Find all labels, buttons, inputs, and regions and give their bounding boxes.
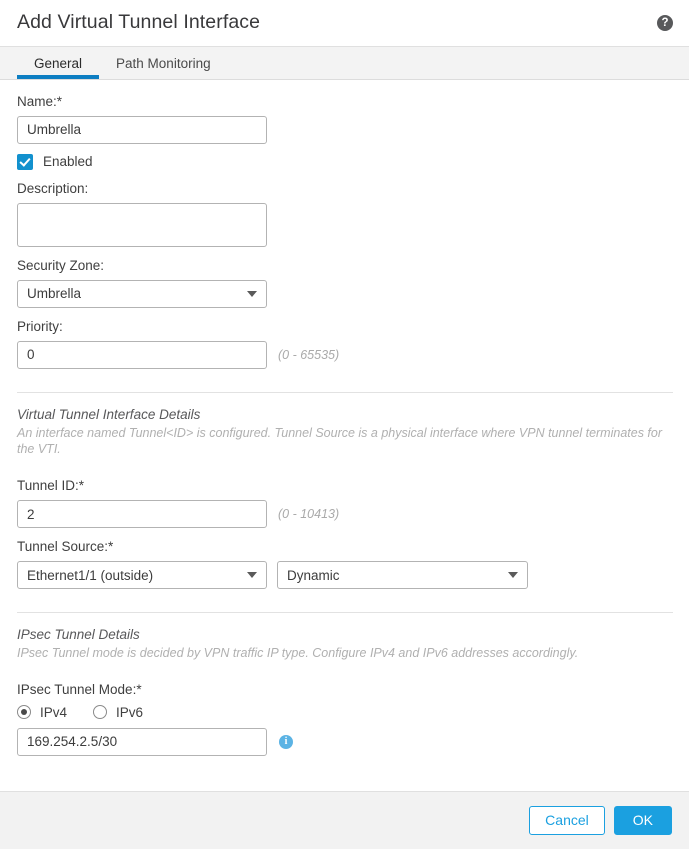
security-zone-label: Security Zone: — [17, 257, 105, 273]
ipsec-address-row: i — [17, 727, 673, 756]
tunnel-source-mode-value: Dynamic — [287, 567, 340, 583]
tunnel-id-row: (0 - 10413) — [17, 500, 673, 529]
radio-ipv4-label: IPv4 — [40, 704, 68, 720]
tunnel-id-input[interactable] — [17, 500, 267, 529]
info-icon[interactable]: i — [279, 734, 293, 749]
enabled-checkbox-row[interactable]: Enabled — [17, 153, 673, 170]
security-zone-select[interactable]: Umbrella — [17, 279, 267, 308]
name-label: Name:* — [17, 94, 63, 109]
enabled-label: Enabled — [43, 154, 93, 170]
tunnel-source-interface-value: Ethernet1/1 (outside) — [27, 567, 154, 583]
enabled-checkbox[interactable] — [17, 153, 33, 170]
ipsec-tunnel-mode-label: IPsec Tunnel Mode:* — [17, 681, 142, 697]
tab-path-monitoring-label: Path Monitoring — [116, 55, 211, 71]
tunnel-source-row: Ethernet1/1 (outside) Dynamic — [17, 561, 673, 589]
priority-hint: (0 - 65535) — [278, 347, 340, 362]
section-divider-ipsec — [17, 612, 673, 613]
chevron-down-icon — [247, 572, 257, 578]
priority-input[interactable] — [17, 340, 267, 369]
chevron-down-icon — [508, 572, 518, 578]
radio-ipv4[interactable] — [17, 705, 31, 720]
radio-ipv6-label: IPv6 — [116, 704, 144, 720]
description-textarea[interactable] — [17, 202, 267, 247]
tunnel-source-interface-select[interactable]: Ethernet1/1 (outside) — [17, 561, 267, 589]
tunnel-id-hint: (0 - 10413) — [278, 507, 340, 522]
priority-label: Priority: — [17, 318, 63, 334]
tunnel-source-label: Tunnel Source:* — [17, 539, 114, 555]
ipsec-section-title: IPsec Tunnel Details — [17, 627, 140, 642]
chevron-down-icon — [247, 290, 257, 297]
section-divider-vti — [17, 391, 673, 393]
security-zone-value: Umbrella — [27, 286, 82, 302]
ipsec-section-description: IPsec Tunnel mode is decided by VPN traf… — [17, 646, 579, 660]
radio-ipv6[interactable] — [93, 705, 108, 720]
description-label: Description: — [17, 180, 89, 196]
page-title: Add Virtual Tunnel Interface — [17, 11, 261, 34]
tunnel-id-label: Tunnel ID:* — [17, 478, 85, 494]
ipsec-address-input[interactable] — [17, 727, 267, 756]
vti-section-description: An interface named Tunnel<ID> is configu… — [17, 425, 663, 457]
tab-bar: General Path Monitoring — [0, 46, 689, 80]
tab-general-label: General — [34, 55, 83, 71]
dialog-header: Add Virtual Tunnel Interface ? — [0, 0, 689, 46]
tab-general[interactable]: General — [17, 47, 100, 79]
ipsec-mode-radio-group: IPv4 IPv6 — [17, 705, 673, 720]
tunnel-source-mode-select[interactable]: Dynamic — [277, 561, 528, 589]
add-virtual-tunnel-interface-dialog: Add Virtual Tunnel Interface ? General P… — [0, 0, 689, 849]
tab-path-monitoring[interactable]: Path Monitoring — [99, 47, 228, 79]
dialog-body: Name:* Enabled Description: Security Zon… — [0, 80, 689, 791]
dialog-footer: Cancel OK — [0, 791, 689, 849]
priority-row: (0 - 65535) — [17, 340, 673, 369]
vti-section-title: Virtual Tunnel Interface Details — [17, 406, 201, 422]
ok-button[interactable]: OK — [613, 806, 672, 835]
cancel-button[interactable]: Cancel — [529, 806, 605, 835]
name-input[interactable] — [17, 115, 267, 144]
help-circle-icon[interactable]: ? — [657, 15, 673, 31]
